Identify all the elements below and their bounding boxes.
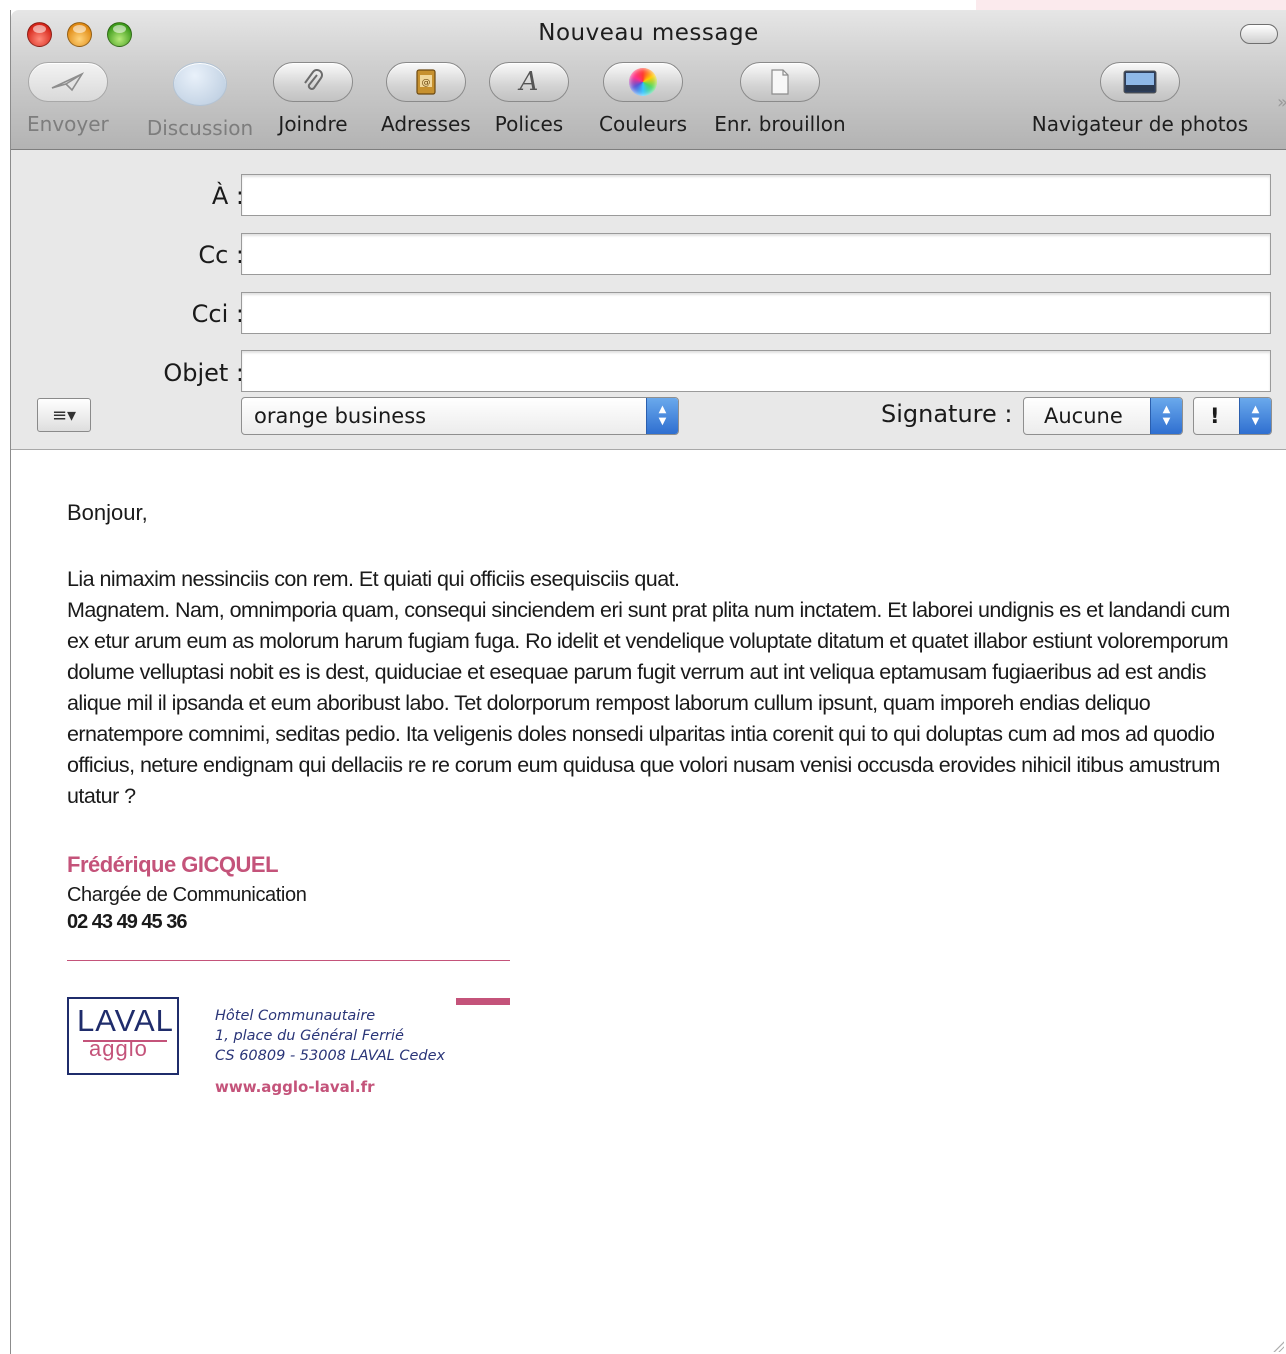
- colors-label: Couleurs: [599, 112, 688, 136]
- address-book-icon: @: [385, 62, 466, 102]
- chat-button[interactable]: Discussion: [145, 62, 255, 140]
- fonts-button[interactable]: A Polices: [489, 62, 569, 136]
- speech-bubble-icon: [173, 62, 227, 106]
- colors-button[interactable]: Couleurs: [599, 62, 687, 136]
- signature-divider: [67, 960, 510, 961]
- bcc-label: Cci :: [191, 300, 244, 328]
- signature-name: Frédérique GICQUEL: [67, 852, 279, 877]
- signature-phone: 02 43 49 45 36: [67, 911, 187, 933]
- title-toolbar: Nouveau message » Envoyer Discussion Joi…: [11, 10, 1286, 150]
- photo-icon: [1100, 62, 1180, 102]
- paper-plane-icon: [27, 62, 108, 102]
- address-line-1: Hôtel Communautaire: [215, 1008, 376, 1024]
- subject-label: Objet :: [163, 359, 244, 387]
- to-label: À :: [211, 182, 244, 210]
- address-line-3: CS 60809 - 53008 LAVAL Cedex: [215, 1048, 446, 1064]
- bcc-field[interactable]: [241, 292, 1271, 334]
- body-paragraph-line-1: Lia nimaxim nessinciis con rem. Et quiat…: [67, 567, 680, 591]
- message-body[interactable]: Bonjour, Lia nimaxim nessinciis con rem.…: [67, 500, 1247, 934]
- send-button[interactable]: Envoyer: [27, 62, 109, 136]
- color-wheel-icon: [603, 62, 684, 102]
- account-select[interactable]: orange business ▲ ▼: [241, 397, 679, 435]
- signature-select-arrows-icon: ▲ ▼: [1150, 398, 1182, 434]
- signature-role: Chargée de Communication: [67, 884, 307, 906]
- svg-text:@: @: [421, 78, 430, 88]
- cc-label: Cc :: [198, 241, 244, 269]
- addresses-button[interactable]: @ Adresses: [381, 62, 471, 136]
- attach-label: Joindre: [278, 112, 348, 136]
- cc-field[interactable]: [241, 233, 1271, 275]
- paperclip-icon: [273, 62, 353, 102]
- priority-select[interactable]: ! ▲ ▼: [1193, 397, 1272, 435]
- toolbar-overflow-icon[interactable]: »: [1277, 92, 1286, 113]
- send-label: Envoyer: [27, 112, 109, 136]
- font-a-icon: A: [489, 62, 569, 102]
- signature-label: Signature :: [881, 400, 1013, 428]
- resize-grip[interactable]: [1272, 1340, 1284, 1352]
- body-paragraph: Lia nimaxim nessinciis con rem. Et quiat…: [67, 564, 1247, 812]
- save-draft-label: Enr. brouillon: [714, 112, 846, 136]
- signature-accent-bar: [456, 998, 510, 1005]
- signature-select-value: Aucune: [1044, 404, 1123, 428]
- photo-browser-button[interactable]: Navigateur de photos: [1025, 62, 1255, 136]
- addresses-label: Adresses: [381, 112, 471, 136]
- attach-button[interactable]: Joindre: [273, 62, 353, 136]
- laval-agglo-logo: LAVAL agglo: [67, 997, 179, 1075]
- save-draft-button[interactable]: Enr. brouillon: [705, 62, 855, 136]
- mail-compose-window: Nouveau message » Envoyer Discussion Joi…: [10, 10, 1286, 1354]
- body-paragraph-line-2: Magnatem. Nam, omnimporia quam, consequi…: [67, 598, 1230, 808]
- draft-document-icon: [740, 62, 820, 102]
- signature-website-link[interactable]: www.agglo-laval.fr: [215, 1078, 375, 1096]
- subject-field[interactable]: [241, 350, 1271, 392]
- fonts-label: Polices: [494, 112, 564, 136]
- address-line-2: 1, place du Général Ferrié: [215, 1028, 404, 1044]
- signature-address: Hôtel Communautaire 1, place du Général …: [215, 1006, 445, 1066]
- logo-text-bottom: agglo: [89, 1036, 148, 1061]
- priority-select-value: !: [1210, 404, 1220, 428]
- account-select-arrows-icon: ▲ ▼: [646, 398, 678, 434]
- header-fields-menu-button[interactable]: ≡▾: [37, 398, 91, 432]
- greeting-text: Bonjour,: [67, 500, 148, 525]
- message-header: À : Cc : Cci : Objet : ≡▾ orange busines…: [11, 150, 1286, 450]
- toolbar-toggle-button[interactable]: [1240, 24, 1278, 44]
- priority-select-arrows-icon: ▲ ▼: [1239, 398, 1271, 434]
- chat-label: Discussion: [146, 116, 254, 140]
- account-select-value: orange business: [254, 404, 427, 428]
- photo-browser-label: Navigateur de photos: [1031, 112, 1249, 136]
- to-field[interactable]: [241, 174, 1271, 216]
- window-title: Nouveau message: [538, 20, 759, 46]
- signature-select[interactable]: Aucune ▲ ▼: [1023, 397, 1183, 435]
- logo-text-top: LAVAL: [77, 1003, 174, 1038]
